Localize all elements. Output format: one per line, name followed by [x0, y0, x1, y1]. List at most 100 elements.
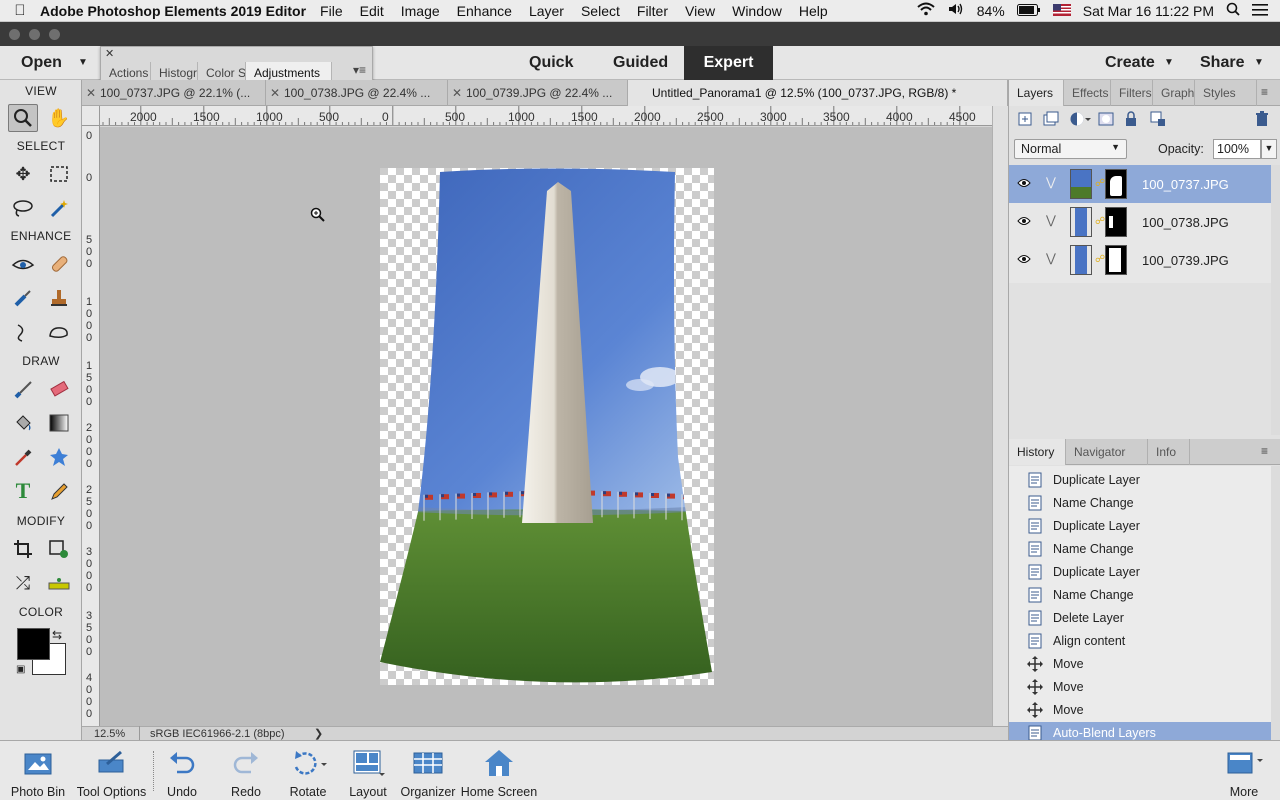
layer-row[interactable]: ⋁ ☍ 100_0738.JPG: [1009, 203, 1271, 241]
battery-icon[interactable]: [1016, 3, 1041, 19]
opacity-input[interactable]: 100%: [1213, 139, 1261, 159]
mask-link-icon[interactable]: ☍: [1095, 254, 1105, 265]
menu-file[interactable]: File: [320, 3, 343, 19]
straighten-tool-icon[interactable]: [44, 569, 74, 597]
lasso-tool-icon[interactable]: [8, 194, 38, 222]
custom-shape-icon[interactable]: [44, 443, 74, 471]
doc-tab-3[interactable]: ✕ 100_0739.JPG @ 22.4% ...: [448, 80, 628, 106]
brush-tool-icon[interactable]: [8, 375, 38, 403]
history-item[interactable]: Name Change: [1009, 584, 1271, 607]
adjustment-layer-icon[interactable]: [1069, 111, 1091, 130]
eyedropper-icon[interactable]: [8, 443, 38, 471]
wifi-icon[interactable]: [917, 2, 935, 19]
history-item[interactable]: Name Change: [1009, 492, 1271, 515]
redo-button[interactable]: Redo: [226, 747, 266, 799]
type-tool-icon[interactable]: T: [8, 477, 38, 505]
doc-tab-1[interactable]: ✕ 100_0737.JPG @ 22.1% (...: [82, 80, 266, 106]
panel-menu-icon[interactable]: ≡: [1261, 85, 1268, 99]
menubar-clock[interactable]: Sat Mar 16 11:22 PM: [1083, 3, 1214, 19]
menu-window[interactable]: Window: [732, 3, 782, 19]
rotate-button[interactable]: Rotate: [285, 747, 331, 799]
mask-link-icon[interactable]: ☍: [1095, 178, 1105, 189]
lock-transparency-icon[interactable]: [1150, 111, 1166, 130]
panel-menu-icon[interactable]: ▾≡: [353, 63, 366, 77]
eraser-tool-icon[interactable]: [44, 375, 74, 403]
spotlight-search-icon[interactable]: [1226, 2, 1240, 19]
red-eye-tool-icon[interactable]: [8, 250, 38, 278]
layer-mask-thumbnail[interactable]: [1105, 245, 1127, 275]
default-colors-icon[interactable]: ▣: [16, 664, 25, 675]
tab-quick[interactable]: Quick: [529, 46, 573, 80]
new-group-icon[interactable]: [1043, 111, 1059, 130]
tab-effects[interactable]: Effects: [1064, 80, 1111, 106]
doc-tab-panorama[interactable]: Untitled_Panorama1 @ 12.5% (100_0737.JPG…: [628, 80, 1008, 106]
content-aware-move-icon[interactable]: ⤮: [8, 569, 38, 597]
flag-icon[interactable]: [1052, 3, 1071, 19]
tab-styles[interactable]: Styles: [1195, 80, 1257, 106]
blend-mode-select[interactable]: Normal ▼: [1014, 139, 1127, 159]
visibility-eye-icon[interactable]: [1017, 253, 1031, 267]
close-icon[interactable]: ✕: [266, 80, 284, 106]
menu-edit[interactable]: Edit: [360, 3, 384, 19]
menu-layer[interactable]: Layer: [529, 3, 564, 19]
history-item[interactable]: Move: [1009, 653, 1271, 676]
menu-help[interactable]: Help: [799, 3, 828, 19]
history-item[interactable]: Move: [1009, 676, 1271, 699]
layer-row[interactable]: ⋁ ☍ 100_0737.JPG: [1009, 165, 1271, 203]
history-item[interactable]: Duplicate Layer: [1009, 469, 1271, 492]
volume-icon[interactable]: [947, 2, 965, 19]
paint-bucket-icon[interactable]: [8, 409, 38, 437]
layer-mask-icon[interactable]: [1098, 111, 1114, 130]
opacity-dropdown-icon[interactable]: ▼: [1261, 139, 1277, 159]
layer-row[interactable]: ⋁ ☍ 100_0739.JPG: [1009, 241, 1271, 279]
panorama-image[interactable]: [100, 127, 992, 726]
clone-stamp-icon[interactable]: [44, 284, 74, 312]
mask-link-icon[interactable]: ☍: [1095, 216, 1105, 227]
history-item[interactable]: Auto-Blend Layers: [1009, 722, 1271, 740]
marquee-tool-icon[interactable]: [44, 160, 74, 188]
history-scrollbar[interactable]: [1271, 466, 1280, 740]
tab-expert[interactable]: Expert: [684, 46, 773, 80]
link-icon[interactable]: ⋁: [1046, 175, 1056, 189]
healing-brush-icon[interactable]: [44, 250, 74, 278]
panel-menu-icon[interactable]: ≡: [1261, 444, 1268, 458]
layers-scrollbar[interactable]: [1271, 165, 1280, 435]
open-button[interactable]: Open ▼: [21, 46, 91, 80]
pencil-tool-icon[interactable]: [44, 477, 74, 505]
sponge-tool-icon[interactable]: [44, 318, 74, 346]
undo-button[interactable]: Undo: [162, 747, 202, 799]
tab-info[interactable]: Info: [1148, 439, 1190, 465]
history-item[interactable]: Duplicate Layer: [1009, 515, 1271, 538]
minimize-window-button[interactable]: [29, 29, 40, 40]
battery-percent[interactable]: 84%: [977, 3, 1005, 19]
menu-filter[interactable]: Filter: [637, 3, 668, 19]
close-icon[interactable]: ✕: [105, 47, 114, 60]
close-icon[interactable]: ✕: [82, 80, 100, 106]
vertical-ruler[interactable]: 0 0 500 1000 1500 2000 2500 3000 3500 4000: [82, 126, 100, 726]
tab-history[interactable]: History: [1009, 439, 1066, 465]
crop-tool-icon[interactable]: [8, 535, 38, 563]
layout-button[interactable]: Layout: [346, 747, 390, 799]
tab-guided[interactable]: Guided: [613, 46, 668, 80]
share-button[interactable]: Share ▼: [1200, 46, 1270, 80]
doc-tab-2[interactable]: ✕ 100_0738.JPG @ 22.4% ...: [266, 80, 448, 106]
zoom-tool-icon[interactable]: [8, 104, 38, 132]
link-icon[interactable]: ⋁: [1046, 251, 1056, 265]
close-icon[interactable]: ✕: [448, 80, 466, 106]
menu-enhance[interactable]: Enhance: [457, 3, 512, 19]
tab-graphics[interactable]: Graphi: [1153, 80, 1195, 106]
menu-view[interactable]: View: [685, 3, 715, 19]
new-layer-icon[interactable]: [1017, 111, 1033, 130]
notification-center-icon[interactable]: [1252, 3, 1268, 19]
layer-mask-thumbnail[interactable]: [1105, 207, 1127, 237]
floating-panel[interactable]: ✕ Actions Histogr Color S Adjustments ▾≡: [100, 46, 373, 84]
visibility-eye-icon[interactable]: [1017, 177, 1031, 191]
tab-filters[interactable]: Filters: [1111, 80, 1153, 106]
hand-tool-icon[interactable]: ✋: [44, 104, 74, 132]
tab-layers[interactable]: Layers: [1009, 80, 1064, 106]
close-window-button[interactable]: [9, 29, 20, 40]
history-item[interactable]: Duplicate Layer: [1009, 561, 1271, 584]
blur-tool-icon[interactable]: [8, 318, 38, 346]
home-screen-button[interactable]: Home Screen: [460, 747, 538, 799]
history-item[interactable]: Name Change: [1009, 538, 1271, 561]
